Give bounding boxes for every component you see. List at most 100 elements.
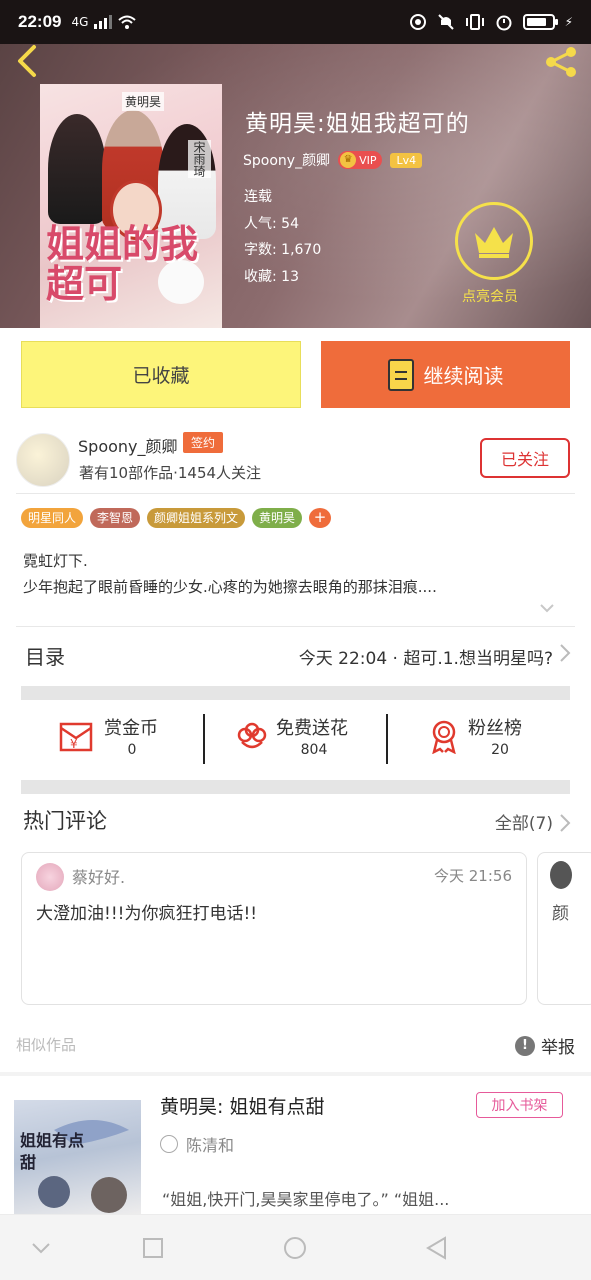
chevron-down-icon[interactable]	[538, 602, 556, 620]
cover-title-art: 姐姐的我超可	[46, 221, 199, 306]
status-network: 4G	[71, 15, 137, 29]
reward-value: 804	[300, 742, 328, 758]
system-nav-bar	[0, 1214, 591, 1280]
continue-reading-button[interactable]: 继续阅读	[321, 341, 570, 408]
book-cover[interactable]: 姐姐的我超可 黄明昊 宋雨琦	[40, 84, 222, 328]
reward-flower[interactable]: 免费送花 804	[234, 712, 364, 768]
divider	[386, 714, 388, 764]
comment-avatar[interactable]	[550, 861, 572, 889]
comment-card[interactable]: 蔡好好. 今天 21:56 大澄加油!!!为你疯狂打电话!!	[21, 852, 527, 1005]
exclamation-icon: !	[515, 1035, 535, 1056]
similar-work-author[interactable]: 陈清和	[160, 1132, 234, 1156]
book-status: 连载	[244, 189, 272, 205]
word-count-label: 字数:	[244, 242, 277, 258]
collect-value: 13	[281, 268, 299, 285]
svg-text:¥: ¥	[70, 737, 78, 751]
report-button[interactable]: ! 举报	[515, 1033, 575, 1058]
latest-chapter[interactable]: 今天 22:04 · 超可.1.想当明星吗?	[299, 644, 553, 669]
home-icon[interactable]	[282, 1235, 308, 1261]
author-card-name[interactable]: Spoony_颜卿	[78, 433, 178, 457]
comment-user[interactable]: 蔡好好.	[72, 864, 125, 888]
add-tag-button[interactable]: +	[309, 508, 332, 528]
author-card[interactable]: Spoony_颜卿 签约 著有10部作品·1454人关注 已关注	[0, 425, 591, 491]
red-envelope-icon: ¥	[59, 722, 93, 752]
chevron-right-icon	[559, 812, 571, 839]
catalog-row[interactable]: 目录 今天 22:04 · 超可.1.想当明星吗?	[0, 628, 591, 684]
similar-work-cover[interactable]: 姐姐有点甜	[14, 1100, 141, 1220]
comment-avatar[interactable]	[36, 863, 64, 891]
chevron-left-icon	[18, 45, 36, 77]
similar-work-title[interactable]: 黄明昊: 姐姐有点甜	[160, 1092, 324, 1119]
tag-item[interactable]: 明星同人	[21, 508, 84, 528]
level-badge: Lv4	[390, 152, 423, 168]
crown-icon: ♛	[340, 152, 357, 168]
cover-name-tag: 宋雨琦	[188, 140, 211, 178]
similar-works-label: 相似作品	[16, 1036, 77, 1054]
sign-badge: 签约	[183, 432, 224, 453]
tag-item[interactable]: 李智恩	[90, 508, 141, 528]
wifi-icon	[118, 15, 137, 29]
vibrate-icon	[465, 14, 484, 30]
comment-card[interactable]: 颜	[537, 852, 591, 1005]
back-button[interactable]	[12, 44, 46, 78]
reward-label: 赏金币	[104, 718, 158, 739]
tag-item[interactable]: 黄明昊	[252, 508, 303, 528]
back-icon[interactable]	[424, 1235, 450, 1261]
book-author-link[interactable]: Spoony_颜卿	[243, 150, 330, 170]
crown-icon	[475, 227, 513, 258]
book-title: 黄明昊:姐姐我超可的	[245, 111, 470, 137]
continue-reading-label: 继续阅读	[423, 364, 504, 388]
charging-icon: ⚡	[564, 15, 573, 29]
popularity-value: 54	[281, 215, 299, 232]
status-right-icons: ⚡	[409, 13, 573, 31]
status-bar: 22:09 4G ⚡	[0, 0, 591, 44]
add-to-shelf-button[interactable]: 加入书架	[476, 1092, 563, 1118]
recent-apps-icon[interactable]	[140, 1235, 166, 1261]
reward-fans[interactable]: 粉丝榜 20	[426, 712, 536, 768]
network-type-label: 4G	[71, 15, 89, 29]
share-icon	[546, 47, 576, 77]
divider	[203, 714, 205, 764]
chevron-down-icon[interactable]	[28, 1235, 54, 1261]
collect-label: 收藏:	[244, 268, 277, 285]
tag-item[interactable]: 颜卿姐姐系列文	[147, 508, 246, 528]
comment-text: 大澄加油!!!为你疯狂打电话!!	[36, 904, 258, 924]
collected-button[interactable]: 已收藏	[21, 341, 301, 408]
book-summary[interactable]: 霓虹灯下. 少年抱起了眼前昏睡的少女.心疼的为她擦去眼角的那抹泪痕....	[23, 548, 563, 600]
all-comments-link[interactable]: 全部(7)	[495, 809, 553, 834]
member-label[interactable]: 点亮会员	[462, 286, 518, 306]
book-author-row: Spoony_颜卿 ♛ VIP Lv4	[243, 150, 423, 170]
mute-icon	[437, 14, 454, 30]
author-stats: 著有10部作品·1454人关注	[79, 464, 262, 482]
divider	[16, 626, 575, 627]
book-popularity: 人气: 54	[244, 211, 321, 238]
book-header: 姐姐的我超可 黄明昊 宋雨琦 黄明昊:姐姐我超可的 Spoony_颜卿 ♛ VIP…	[0, 44, 591, 328]
follow-button[interactable]: 已关注	[480, 438, 570, 478]
summary-line: 霓虹灯下.	[23, 552, 88, 570]
share-button[interactable]	[543, 44, 579, 80]
author-avatar[interactable]	[16, 433, 70, 487]
word-count-value: 1,670	[281, 242, 322, 258]
member-button[interactable]	[455, 202, 533, 280]
chevron-right-icon	[559, 642, 571, 669]
reward-coins[interactable]: ¥ 赏金币 0	[58, 712, 178, 768]
reward-value: 20	[491, 742, 509, 758]
report-label: 举报	[541, 1038, 575, 1058]
catalog-label: 目录	[25, 645, 65, 669]
reward-value: 0	[127, 742, 137, 758]
comment-text: 颜	[552, 904, 569, 924]
section-separator	[21, 686, 570, 700]
dnd-icon	[409, 14, 426, 30]
cover-name-tag: 黄明昊	[122, 92, 165, 111]
vip-label: VIP	[359, 153, 377, 167]
battery-icon	[522, 14, 558, 30]
author-avatar	[160, 1135, 178, 1153]
cover-figure-left	[48, 114, 106, 224]
similar-work-item[interactable]: 姐姐有点甜 黄明昊: 姐姐有点甜 加入书架 陈清和 “姐姐,快开门,昊昊家里停电…	[0, 1076, 591, 1226]
signal-icon	[94, 15, 113, 29]
summary-line: 少年抱起了眼前昏睡的少女.心疼的为她擦去眼角的那抹泪痕....	[23, 578, 437, 596]
status-time: 22:09	[18, 12, 62, 31]
reward-row: ¥ 赏金币 0 免费送花 804 粉丝榜 20	[0, 704, 591, 774]
divider	[16, 493, 575, 494]
reward-label: 免费送花	[276, 718, 348, 739]
